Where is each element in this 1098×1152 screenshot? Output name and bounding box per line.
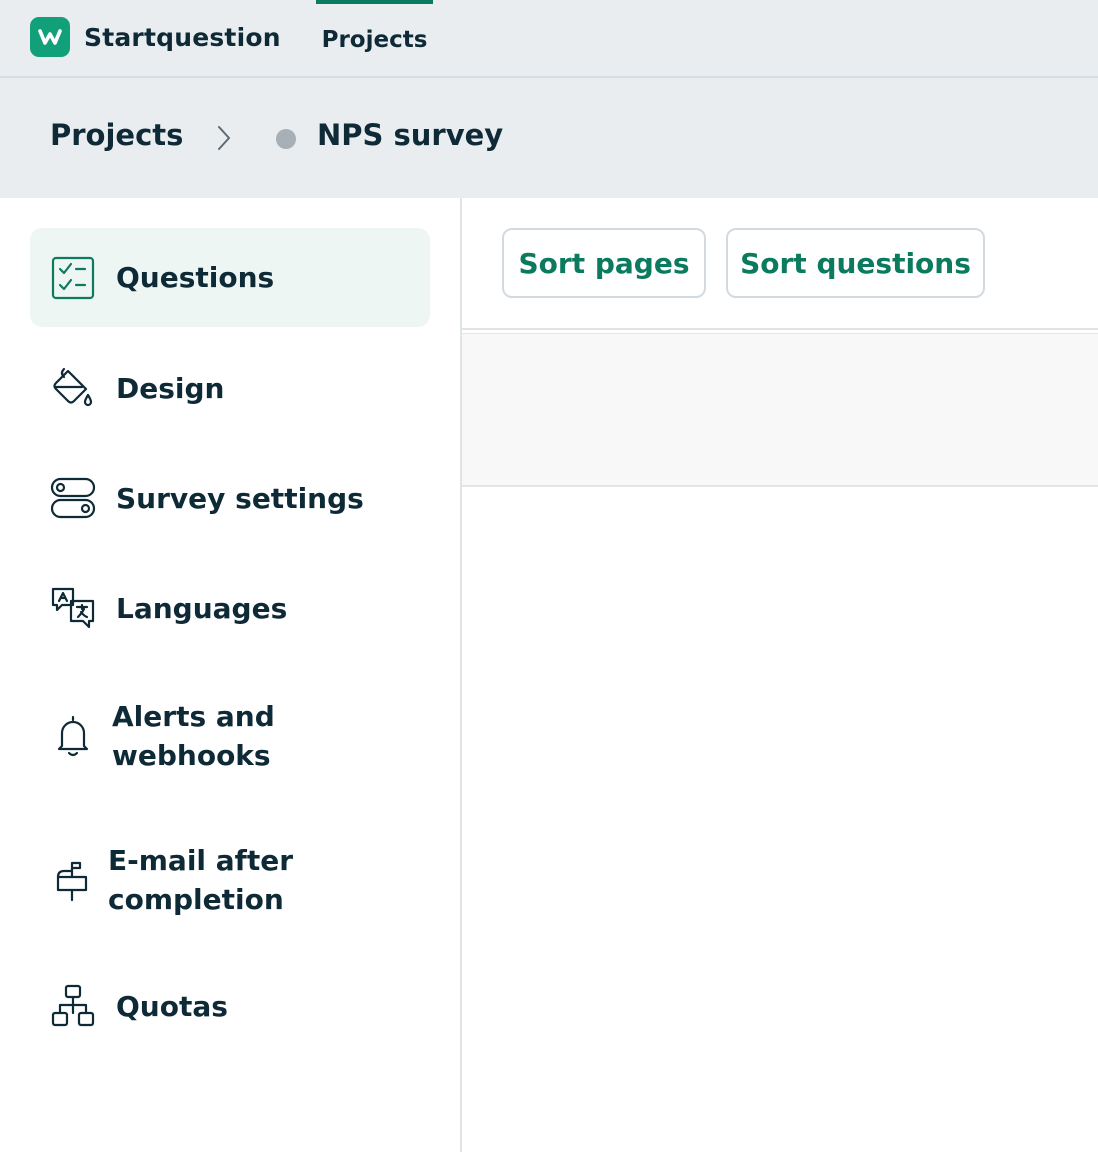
sidebar-item-label: Quotas xyxy=(116,989,228,1023)
sidebar: Questions Design Survey settings Languag… xyxy=(0,198,462,1152)
page-title: NPS survey xyxy=(317,118,504,152)
mailbox-icon xyxy=(50,857,96,903)
questions-toolbar: Sort pages Sort questions xyxy=(462,198,1098,330)
translate-icon xyxy=(50,585,96,631)
paint-bucket-icon xyxy=(50,365,96,411)
sort-pages-button[interactable]: Sort pages xyxy=(502,228,706,298)
breadcrumb: Projects NPS survey xyxy=(0,78,1098,198)
nav-tab-projects[interactable]: Projects xyxy=(316,0,433,76)
sidebar-item-quotas[interactable]: Quotas xyxy=(30,978,430,1034)
sidebar-item-survey-settings[interactable]: Survey settings xyxy=(30,470,430,526)
hierarchy-icon xyxy=(50,983,96,1029)
sidebar-item-label: Languages xyxy=(116,591,288,625)
sidebar-item-design[interactable]: Design xyxy=(30,360,430,416)
brand-logo-link[interactable]: Startquestion xyxy=(30,17,281,57)
top-navigation: Startquestion Projects xyxy=(0,0,1098,78)
sidebar-item-label: Design xyxy=(116,371,225,405)
checklist-icon xyxy=(50,255,96,301)
sidebar-item-languages[interactable]: Languages xyxy=(30,580,430,636)
w-logo-icon xyxy=(30,17,70,57)
sidebar-item-alerts-webhooks[interactable]: Alerts and webhooks xyxy=(30,696,430,776)
chevron-right-icon xyxy=(214,124,234,156)
content-band xyxy=(462,333,1098,487)
brand-name: Startquestion xyxy=(84,22,281,52)
sidebar-item-questions[interactable]: Questions xyxy=(30,228,430,327)
sidebar-item-label: Questions xyxy=(116,261,275,294)
sidebar-item-email-after-completion[interactable]: E-mail after completion xyxy=(30,840,430,920)
sidebar-item-label: E-mail after completion xyxy=(108,844,294,916)
bell-icon xyxy=(50,713,96,759)
breadcrumb-projects-link[interactable]: Projects xyxy=(50,118,183,152)
sidebar-item-label: Survey settings xyxy=(116,481,364,515)
sort-questions-button[interactable]: Sort questions xyxy=(726,228,985,298)
sidebar-item-label: Alerts and webhooks xyxy=(112,700,275,772)
toggles-icon xyxy=(50,475,96,521)
status-dot-icon xyxy=(276,129,296,149)
